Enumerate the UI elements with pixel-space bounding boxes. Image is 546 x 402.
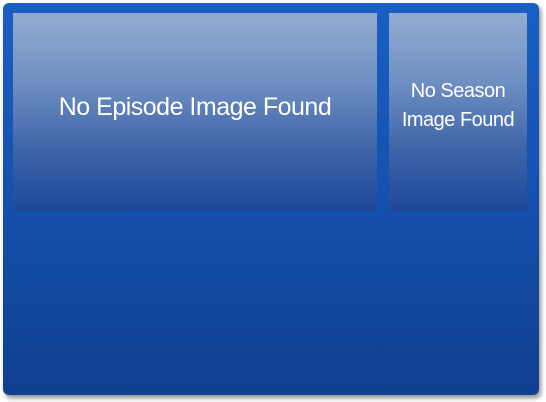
media-info-panel: No Episode Image Found No Season Image F…: [3, 3, 539, 395]
episode-image-placeholder: No Episode Image Found: [13, 13, 377, 211]
season-image-missing-text: No Season Image Found: [401, 80, 515, 131]
episode-image-missing-text: No Episode Image Found: [58, 92, 332, 121]
season-image-placeholder: No Season Image Found: [389, 13, 527, 211]
